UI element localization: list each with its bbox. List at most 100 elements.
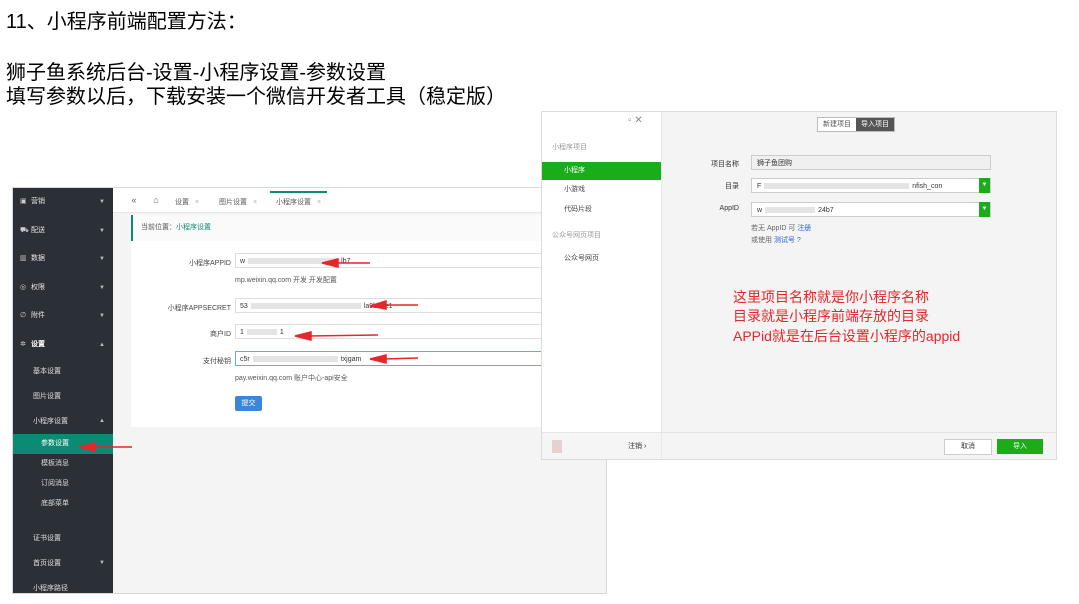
breadcrumb: 当前位置：小程序设置 xyxy=(131,215,606,241)
settings-panel: 当前位置：小程序设置 小程序APPID w lb7 mp.weixin.qq.co… xyxy=(131,215,606,427)
tab-new-project[interactable]: 新建项目 xyxy=(818,118,856,131)
lock-icon: ◎ xyxy=(20,283,27,291)
chevron-down-icon: ▼ xyxy=(99,199,105,205)
secret-value-start: 53 xyxy=(240,303,248,310)
register-note: 若无 AppID 可 注册 xyxy=(751,223,811,233)
truck-icon: ⛟ xyxy=(20,226,29,234)
sidebar-item-label: 附件 xyxy=(31,312,45,319)
sidebar-sub-params[interactable]: 参数设置 xyxy=(13,434,113,454)
chevron-down-icon[interactable]: ▼ xyxy=(979,178,990,193)
chevron-down-icon[interactable]: ▼ xyxy=(979,202,990,217)
tab-miniprogram-settings[interactable]: 小程序设置 × xyxy=(270,191,328,212)
redacted-mask xyxy=(765,207,816,214)
avatar[interactable] xyxy=(552,440,562,453)
sidebar-item-label: 营销 xyxy=(31,198,45,205)
sidebar-item-data[interactable]: ▥ 数据 ▼ xyxy=(13,245,113,274)
tab-label: 设置 xyxy=(175,199,189,206)
sidebar-sub-cert[interactable]: 证书设置 xyxy=(13,526,113,551)
tab-label: 图片设置 xyxy=(219,199,247,206)
breadcrumb-current[interactable]: 小程序设置 xyxy=(176,224,211,231)
tab-label: 小程序设置 xyxy=(276,199,311,206)
doc-heading: 11、小程序前端配置方法： xyxy=(6,11,247,33)
submit-button[interactable]: 提交 xyxy=(235,396,262,411)
appid-label: 小程序APPID xyxy=(188,260,231,267)
appsecret-label: 小程序APPSECRET xyxy=(167,305,231,312)
chevron-up-icon: ▲ xyxy=(99,418,105,424)
annotation-line-2: 目录就是小程序前端存放的目录 xyxy=(733,308,929,324)
project-name-input[interactable]: 狮子鱼团购 xyxy=(751,155,991,170)
sidebar-sub-image[interactable]: 图片设置 xyxy=(13,384,113,409)
secret-value-end: la9bb8e1 xyxy=(363,303,393,310)
sidebar-sub-template-msg[interactable]: 模板消息 xyxy=(13,454,113,474)
redacted-mask xyxy=(250,303,361,310)
project-name-label: 项目名称 xyxy=(711,161,739,168)
admin-screenshot: ▣ 营销 ▼ ⛟ 配送 ▼ ▥ 数据 ▼ ◎ 权限 ▼ ∅ 附件 ▼ ✲ 设置 ▲ 基本设置… xyxy=(12,187,607,594)
close-icon[interactable]: × xyxy=(317,199,321,206)
annotation-line-3: APPid就是在后台设置小程序的appid xyxy=(733,328,961,344)
merchant-id-label: 商户ID xyxy=(210,331,231,338)
devtools-sidebar: ▫ ✕ 小程序项目 小程序 小游戏 代码片段 公众号网页项目 公众号网页 注销 … xyxy=(542,112,662,459)
section-miniprogram-projects: 小程序项目 xyxy=(552,144,587,151)
appsecret-input[interactable]: 53 la9bb8e1 xyxy=(235,298,565,313)
sidebar-item-label: 配送 xyxy=(31,226,45,234)
sidebar-item-settings[interactable]: ✲ 设置 ▲ xyxy=(13,331,113,360)
sidebar-item-attachment[interactable]: ∅ 附件 ▼ xyxy=(13,302,113,331)
chevron-down-icon: ▼ xyxy=(99,256,105,262)
nav-code-snippet[interactable]: 代码片段 xyxy=(542,201,661,219)
pay-key-label: 支付秘钥 xyxy=(203,358,231,365)
cancel-button[interactable]: 取消 xyxy=(944,439,992,455)
close-icon[interactable]: ✕ xyxy=(634,115,642,126)
merchant-id-input[interactable]: 11 xyxy=(235,324,565,339)
register-note-text: 若无 AppID 可 xyxy=(751,225,796,232)
redacted-mask xyxy=(764,183,910,190)
test-account-link[interactable]: 测试号 xyxy=(774,237,795,244)
sidebar-item-marketing[interactable]: ▣ 营销 ▼ xyxy=(13,188,113,217)
nav-oa-webpage[interactable]: 公众号网页 xyxy=(542,250,661,268)
appid-value-end: lb7 xyxy=(341,258,351,265)
sidebar-sub-subscribe-msg[interactable]: 订阅消息 xyxy=(13,474,113,494)
home-icon[interactable]: ⌂ xyxy=(147,188,165,212)
admin-sidebar: ▣ 营销 ▼ ⛟ 配送 ▼ ▥ 数据 ▼ ◎ 权限 ▼ ∅ 附件 ▼ ✲ 设置 ▲ 基本设置… xyxy=(13,188,113,593)
nav-miniprogram[interactable]: 小程序 xyxy=(542,162,661,180)
appid-input[interactable]: w 24b7 ▼ xyxy=(751,202,991,217)
appid-value-start: w xyxy=(240,258,246,265)
pay-key-input[interactable]: c5r txjgam xyxy=(235,351,545,366)
chevron-down-icon: ▼ xyxy=(99,284,105,291)
merchant-value-start: 1 xyxy=(240,329,244,336)
sidebar-sub-bottom-menu[interactable]: 底部菜单 xyxy=(13,494,113,514)
sidebar-item-label: 设置 xyxy=(31,340,45,348)
sidebar-item-delivery[interactable]: ⛟ 配送 ▼ xyxy=(13,217,113,246)
nav-minigame[interactable]: 小游戏 xyxy=(542,181,661,199)
redacted-mask xyxy=(248,258,339,265)
appid-label: AppID xyxy=(719,205,739,212)
chevron-down-icon: ▼ xyxy=(99,313,105,319)
sidebar-sub-basic[interactable]: 基本设置 xyxy=(13,359,113,384)
tab-settings[interactable]: 设置 × xyxy=(175,193,199,212)
register-link[interactable]: 注册 xyxy=(797,225,811,232)
chevron-down-icon: ▼ xyxy=(99,227,105,234)
double-chevron-left-icon[interactable]: « xyxy=(125,188,143,212)
testaccount-note-text: 或使用 xyxy=(751,237,772,244)
sidebar-sub-path[interactable]: 小程序路径 xyxy=(13,576,113,593)
appid-input[interactable]: w lb7 xyxy=(235,253,565,268)
tab-import-project[interactable]: 导入项目 xyxy=(856,118,894,131)
sidebar-item-permission[interactable]: ◎ 权限 ▼ xyxy=(13,274,113,303)
minimize-icon[interactable]: ▫ xyxy=(628,115,632,126)
doc-instruction-download: 填写参数以后，下载安装一个微信开发者工具（稳定版） xyxy=(6,86,506,108)
help-icon[interactable]: ? xyxy=(797,237,801,244)
logout-link[interactable]: 注销 › xyxy=(628,441,646,451)
admin-main: « ⌂ 设置 × 图片设置 × 小程序设置 × 当前位置：小程序设置 小程序APPID… xyxy=(113,188,606,593)
sidebar-sub-miniprogram[interactable]: 小程序设置 ▲ xyxy=(13,409,113,434)
project-mode-toggle: 新建项目 导入项目 xyxy=(817,117,895,132)
devtools-footer: 取消 导入 xyxy=(662,432,1056,459)
import-button[interactable]: 导入 xyxy=(997,439,1043,454)
close-icon[interactable]: × xyxy=(253,199,257,206)
dir-value-start: F xyxy=(757,183,762,190)
directory-input[interactable]: Fnfish_con ▼ xyxy=(751,178,991,193)
annotation-line-1: 这里项目名称就是你小程序名称 xyxy=(733,289,929,305)
close-icon[interactable]: × xyxy=(195,199,199,206)
sidebar-sub-home[interactable]: 首页设置 ▼ xyxy=(13,551,113,576)
tab-image-settings[interactable]: 图片设置 × xyxy=(219,193,257,212)
dt-appid-value-start: w xyxy=(757,207,763,214)
gear-icon: ✲ xyxy=(20,340,26,348)
